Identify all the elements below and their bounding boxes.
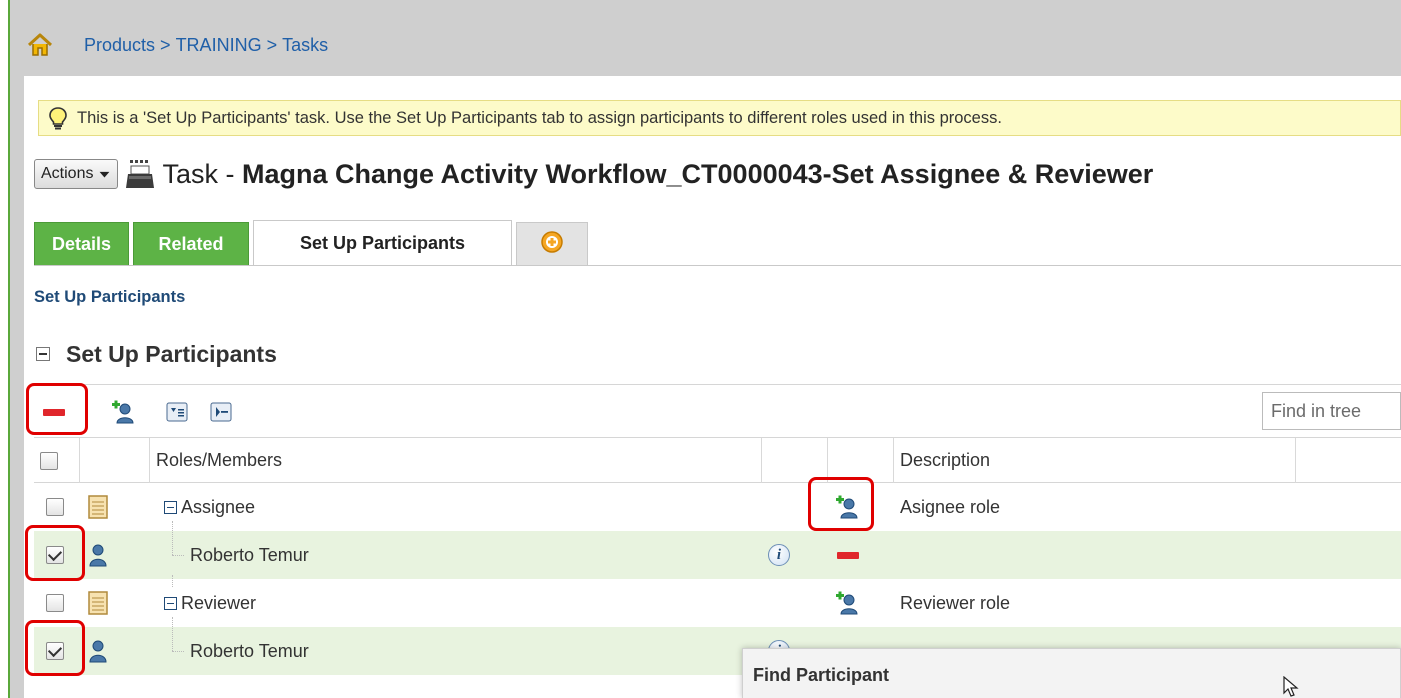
tree-connector	[172, 651, 184, 652]
minus-icon	[837, 551, 859, 559]
collapse-section-icon[interactable]	[36, 347, 50, 361]
add-user-icon	[112, 400, 134, 424]
tree-collapse-icon[interactable]	[164, 596, 177, 610]
minus-icon	[43, 408, 65, 416]
tab-add[interactable]	[516, 222, 588, 266]
add-tab-icon	[540, 230, 564, 259]
header-info-cell	[762, 438, 828, 483]
description-cell: Asignee role	[900, 496, 1001, 517]
breadcrumb-products-link[interactable]: Products	[84, 35, 155, 56]
tree-collapse-icon[interactable]	[164, 500, 177, 514]
remove-member-button[interactable]	[837, 531, 859, 579]
breadcrumb-tasks-link[interactable]: Tasks	[282, 35, 328, 56]
tab-details[interactable]: Details	[34, 222, 129, 266]
row-checkbox-cell	[46, 483, 64, 531]
header-type-cell	[80, 438, 150, 483]
add-member-button[interactable]	[834, 579, 860, 627]
add-user-icon	[836, 495, 858, 519]
dialog-title: Find Participant	[753, 665, 890, 685]
collapse-all-button[interactable]	[208, 399, 234, 425]
info-message-bar: This is a 'Set Up Participants' task. Us…	[38, 100, 1401, 136]
collapse-all-icon	[210, 402, 232, 422]
task-icon	[124, 157, 158, 191]
actions-menu-label: Actions	[41, 165, 94, 182]
tab-bar: Details Related Set Up Participants	[34, 220, 592, 266]
header-description[interactable]: Description	[894, 438, 1296, 483]
expand-all-icon	[166, 402, 188, 422]
breadcrumb-separator: >	[160, 34, 171, 55]
find-participant-dialog[interactable]: Find Participant	[742, 648, 1401, 698]
breadcrumb-separator: >	[266, 34, 278, 55]
table-row[interactable]: Assignee Asignee role	[34, 483, 1401, 531]
tree-toolbar	[34, 385, 1401, 437]
tree-connector	[172, 521, 173, 555]
add-user-icon	[836, 591, 858, 615]
header-roles-members[interactable]: Roles/Members	[150, 438, 762, 483]
tab-related[interactable]: Related	[133, 222, 249, 266]
task-header: Actions Task - Magna Change Activity Wor…	[34, 152, 1153, 196]
header-select-all-cell	[34, 438, 80, 483]
remove-button[interactable]	[41, 399, 67, 425]
row-checkbox[interactable]	[46, 594, 64, 612]
member-name: Roberto Temur	[190, 544, 309, 565]
section-header: Set Up Participants	[36, 338, 277, 370]
row-checkbox-cell	[46, 531, 64, 579]
actions-menu-button[interactable]: Actions	[34, 159, 119, 189]
expand-all-button[interactable]	[164, 399, 190, 425]
row-checkbox[interactable]	[46, 642, 64, 660]
member-name: Roberto Temur	[190, 640, 309, 661]
role-name-cell: Reviewer	[164, 579, 256, 627]
home-icon[interactable]	[26, 32, 54, 58]
tree-connector	[172, 555, 184, 556]
chevron-down-icon	[99, 171, 110, 178]
page-title-prefix: Task -	[162, 158, 242, 189]
section-link-title: Set Up Participants	[34, 288, 186, 306]
table-row[interactable]: Reviewer Reviewer role	[34, 575, 1401, 627]
user-icon	[88, 627, 108, 675]
lightbulb-icon	[47, 106, 69, 130]
tab-set-up-participants[interactable]: Set Up Participants	[253, 220, 512, 266]
find-in-tree-input[interactable]	[1262, 392, 1401, 430]
role-name-cell: Assignee	[164, 483, 255, 531]
header-roles-members-label: Roles/Members	[156, 450, 283, 470]
section-title-text: Set Up Participants	[66, 340, 277, 367]
user-icon	[88, 531, 108, 579]
tab-divider	[34, 265, 1401, 266]
role-name: Reviewer	[181, 592, 257, 613]
tree-connector	[172, 617, 173, 651]
page-title: Task - Magna Change Activity Workflow_CT…	[162, 159, 1153, 190]
row-checkbox-cell	[46, 579, 64, 627]
row-checkbox[interactable]	[46, 498, 64, 516]
role-icon	[86, 483, 110, 531]
row-checkbox-cell	[46, 627, 64, 675]
member-info-button[interactable]: i	[768, 531, 790, 579]
role-icon	[86, 579, 110, 627]
role-name: Assignee	[181, 496, 256, 517]
mouse-cursor-icon	[1283, 676, 1299, 697]
add-participant-button[interactable]	[110, 399, 136, 425]
select-all-checkbox[interactable]	[40, 451, 58, 470]
header-description-label: Description	[900, 450, 991, 470]
add-member-button[interactable]	[834, 483, 860, 531]
table-row[interactable]: Roberto Temur i	[34, 521, 1401, 579]
page-title-name: Magna Change Activity Workflow_CT0000043…	[241, 158, 1154, 189]
breadcrumb: Products > TRAINING > Tasks	[26, 30, 328, 60]
header-action-cell	[828, 438, 894, 483]
info-message-text: This is a 'Set Up Participants' task. Us…	[77, 108, 1002, 127]
info-icon: i	[768, 544, 790, 566]
breadcrumb-training-link[interactable]: TRAINING	[176, 35, 262, 56]
row-checkbox[interactable]	[46, 546, 64, 564]
description-cell: Reviewer role	[900, 592, 1011, 613]
grid-header: Roles/Members Description	[34, 437, 1401, 483]
